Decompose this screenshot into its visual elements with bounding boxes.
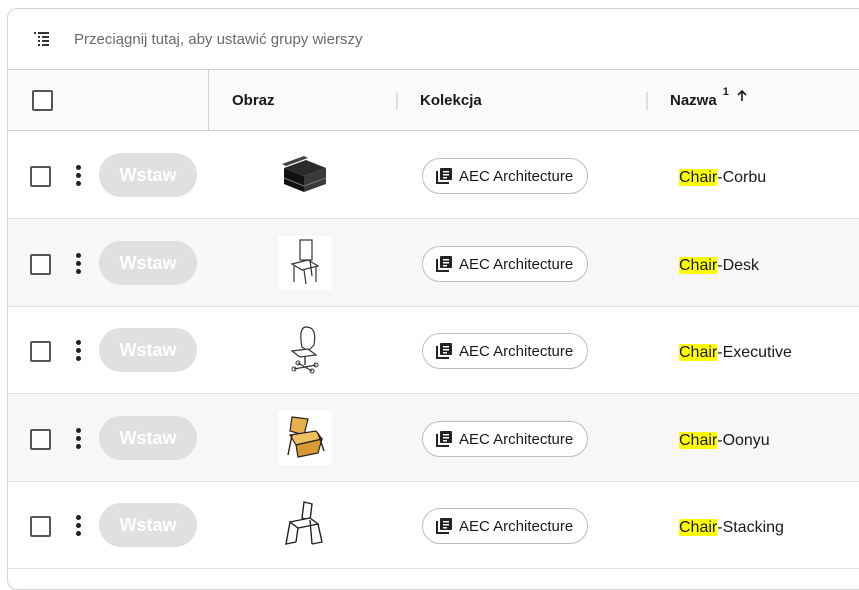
more-options-icon[interactable] [76, 340, 82, 362]
row-checkbox[interactable] [30, 516, 51, 537]
table-row[interactable]: Wstaw AEC Architecture Chair-Oonyu [8, 394, 859, 482]
sofa-chair-thumbnail [282, 156, 327, 192]
column-header-collection-label: Kolekcja [420, 91, 482, 109]
item-name: Chair-Stacking [679, 519, 784, 537]
insert-button[interactable]: Wstaw [99, 503, 197, 547]
column-header-name[interactable]: Nazwa 1 [670, 70, 749, 130]
data-grid: Przeciągnij tutaj, aby ustawić grupy wie… [7, 8, 859, 590]
more-options-icon[interactable] [76, 253, 82, 275]
collection-library-icon [436, 256, 452, 272]
collection-library-icon [436, 518, 452, 534]
arrow-up-icon[interactable] [735, 89, 749, 103]
collection-chip[interactable]: AEC Architecture [422, 246, 589, 282]
row-checkbox[interactable] [30, 166, 51, 187]
collection-library-icon [436, 168, 452, 184]
stacking-chair-thumbnail [285, 501, 323, 545]
table-row[interactable]: Wstaw AEC Architecture Chair-Corbu [8, 131, 859, 219]
row-group-placeholder: Przeciągnij tutaj, aby ustawić grupy wie… [74, 30, 363, 48]
insert-button-label: Wstaw [119, 252, 177, 273]
column-header-name-label: Nazwa [670, 91, 717, 109]
item-name-rest: -Executive [717, 344, 792, 361]
insert-button-label: Wstaw [119, 427, 177, 448]
collection-library-icon [436, 343, 452, 359]
row-group-drop-zone[interactable]: Przeciągnij tutaj, aby ustawić grupy wie… [8, 9, 859, 70]
search-highlight: Chair [679, 344, 718, 361]
insert-button[interactable]: Wstaw [99, 328, 197, 372]
search-highlight: Chair [679, 169, 718, 186]
more-options-icon[interactable] [76, 165, 82, 187]
insert-button[interactable]: Wstaw [99, 416, 197, 460]
collection-chip[interactable]: AEC Architecture [422, 158, 589, 194]
collection-label: AEC Architecture [459, 517, 574, 535]
collection-library-icon [436, 431, 452, 447]
collection-label: AEC Architecture [459, 342, 574, 360]
row-checkbox[interactable] [30, 254, 51, 275]
insert-button[interactable]: Wstaw [99, 241, 197, 285]
item-name: Chair-Executive [679, 344, 792, 362]
insert-button-label: Wstaw [119, 339, 177, 360]
collection-label: AEC Architecture [459, 430, 574, 448]
column-resize-handle[interactable] [396, 92, 398, 110]
insert-button-label: Wstaw [119, 514, 177, 535]
executive-chair-thumbnail [290, 326, 319, 374]
header-divider [208, 70, 209, 130]
oonyu-chair-thumbnail [278, 411, 332, 465]
more-options-icon[interactable] [76, 515, 82, 537]
column-resize-handle[interactable] [646, 92, 648, 110]
table-row[interactable]: Wstaw AEC Architecture Chair-Stacking [8, 481, 859, 569]
item-name-rest: -Oonyu [717, 432, 770, 449]
search-highlight: Chair [679, 257, 718, 274]
collection-label: AEC Architecture [459, 255, 574, 273]
column-header-collection[interactable]: Kolekcja [420, 70, 482, 130]
desk-chair-thumbnail [278, 236, 332, 290]
column-header-image-label: Obraz [232, 91, 275, 109]
item-name: Chair-Corbu [679, 169, 766, 187]
row-checkbox[interactable] [30, 429, 51, 450]
sort-order-index: 1 [722, 86, 729, 98]
item-name: Chair-Desk [679, 257, 759, 275]
collection-chip[interactable]: AEC Architecture [422, 421, 589, 457]
table-row[interactable]: Wstaw AEC Architecture Chair-Executive [8, 306, 859, 394]
search-highlight: Chair [679, 519, 718, 536]
insert-button-label: Wstaw [119, 164, 177, 185]
column-header-image[interactable]: Obraz [232, 70, 275, 130]
collection-chip[interactable]: AEC Architecture [422, 333, 589, 369]
collection-chip[interactable]: AEC Architecture [422, 508, 589, 544]
item-name-rest: -Desk [717, 257, 760, 274]
search-highlight: Chair [679, 432, 718, 449]
select-all-checkbox[interactable] [32, 90, 53, 111]
item-name: Chair-Oonyu [679, 432, 770, 450]
more-options-icon[interactable] [76, 428, 82, 450]
item-name-rest: -Stacking [717, 519, 784, 536]
table-row[interactable]: Wstaw AEC Architecture Chair-Desk [8, 219, 859, 307]
insert-button[interactable]: Wstaw [99, 153, 197, 197]
collection-label: AEC Architecture [459, 167, 574, 185]
item-name-rest: -Corbu [717, 169, 767, 186]
row-checkbox[interactable] [30, 341, 51, 362]
grid-header: Obraz Kolekcja Nazwa 1 [8, 70, 859, 131]
row-group-icon [34, 32, 49, 46]
